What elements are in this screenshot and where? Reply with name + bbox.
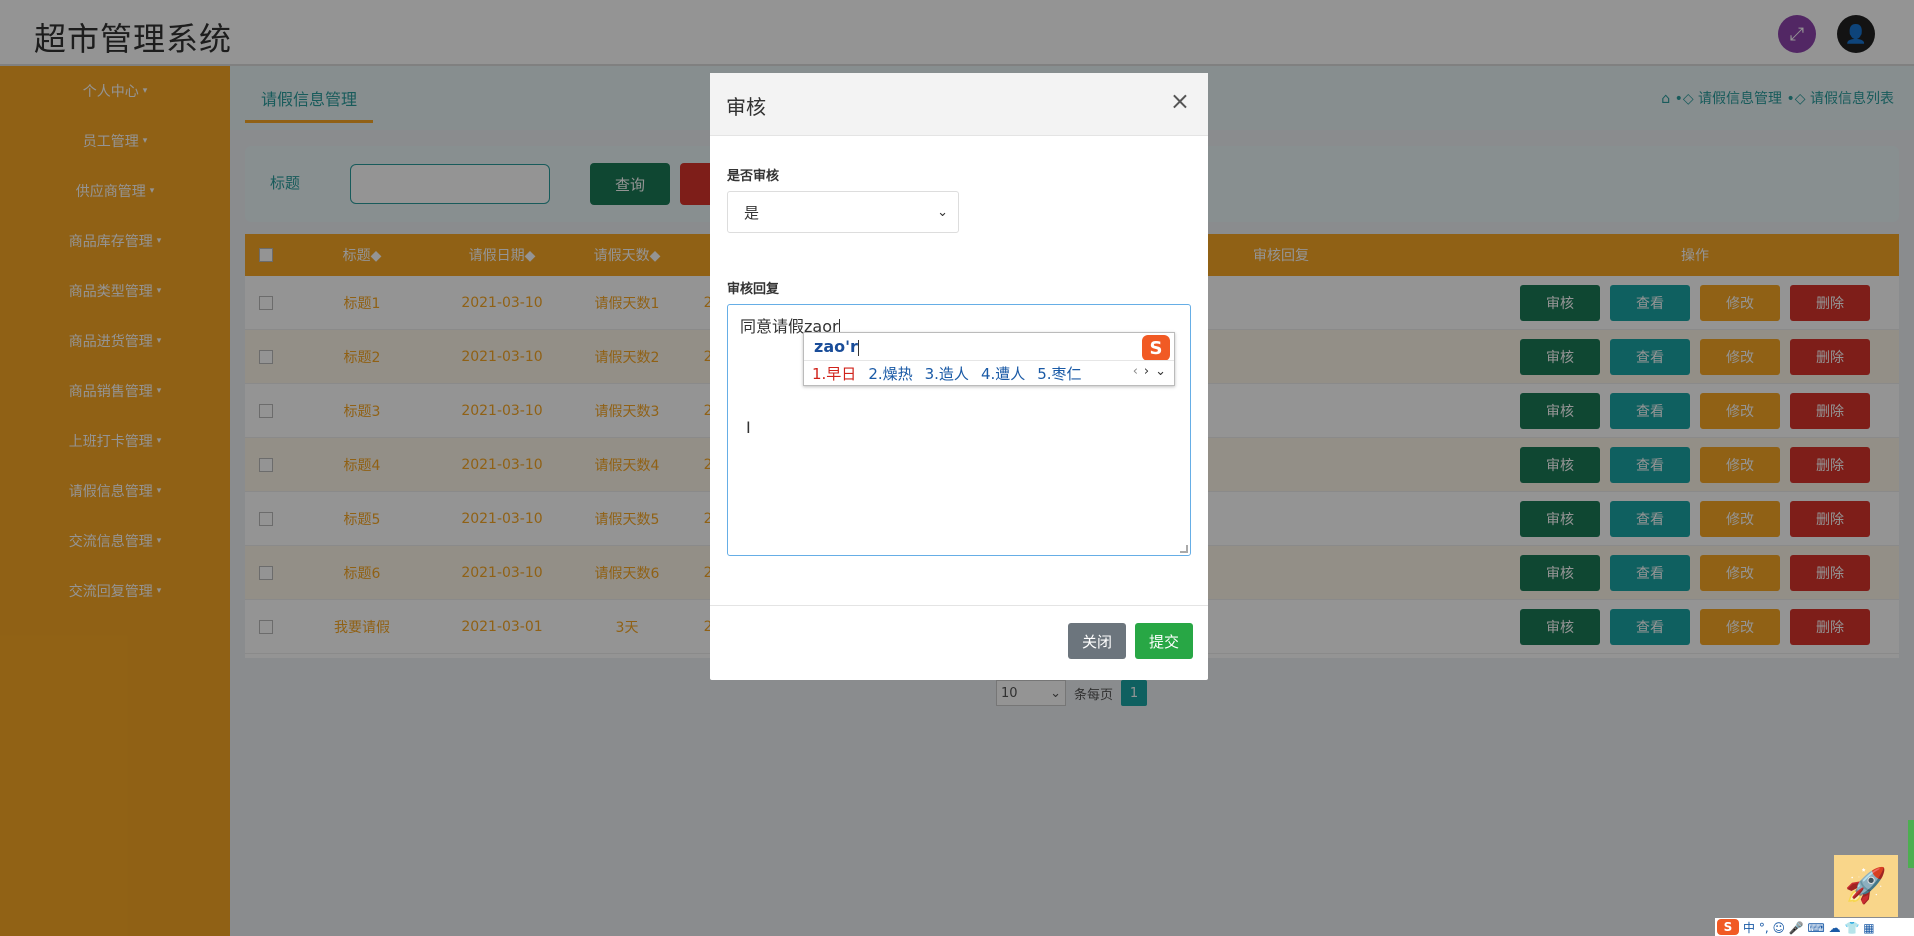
ime-candidate-window: zao'r S 1.早日 2.燥热 3.造人 4.遭人 5.枣仁 ‹ › ⌄ [803, 332, 1175, 386]
resize-handle-icon[interactable] [1180, 545, 1188, 553]
chevron-right-icon[interactable]: › [1144, 364, 1149, 379]
close-icon[interactable]: × [1170, 87, 1190, 115]
ime-candidate[interactable]: 2.燥热 [868, 363, 912, 384]
modal-footer: 关闭 提交 [710, 605, 1208, 680]
chevron-down-icon[interactable]: ⌄ [1155, 364, 1166, 379]
ime-candidate[interactable]: 1.早日 [812, 363, 856, 384]
modal-title: 审核 [726, 95, 766, 119]
ime-composition: zao'r [814, 337, 859, 356]
ime-candidate[interactable]: 5.枣仁 [1037, 363, 1081, 384]
close-button[interactable]: 关闭 [1068, 623, 1126, 659]
submit-button[interactable]: 提交 [1135, 623, 1193, 659]
ime-candidate[interactable]: 4.遭人 [981, 363, 1025, 384]
text-cursor-icon: Ⅰ [746, 418, 751, 437]
sogou-logo-icon[interactable]: S [1717, 919, 1739, 935]
back-to-top-rocket-icon[interactable]: 🚀 [1834, 855, 1898, 917]
modal-header: 审核 × [710, 73, 1208, 136]
edge-widget [1908, 820, 1914, 868]
sogou-logo-icon: S [1142, 335, 1170, 361]
audit-reply-label: 审核回复 [727, 282, 780, 297]
chevron-left-icon[interactable]: ‹ [1133, 364, 1138, 379]
ime-candidate[interactable]: 3.造人 [925, 363, 969, 384]
ime-toolbar: S 中 °, ☺ 🎤 ⌨ ☁ 👕 ▦ [1715, 918, 1914, 936]
chevron-down-icon: ⌄ [937, 204, 948, 220]
audit-modal: 审核 × 是否审核 是 ⌄ 审核回复 同意请假zaor Ⅰ zao'r S 1.… [710, 73, 1208, 680]
audit-status-select[interactable]: 是 ⌄ [727, 191, 959, 233]
audit-status-label: 是否审核 [727, 169, 780, 184]
ime-toolbar-icons[interactable]: 中 °, ☺ 🎤 ⌨ ☁ 👕 ▦ [1743, 919, 1875, 936]
